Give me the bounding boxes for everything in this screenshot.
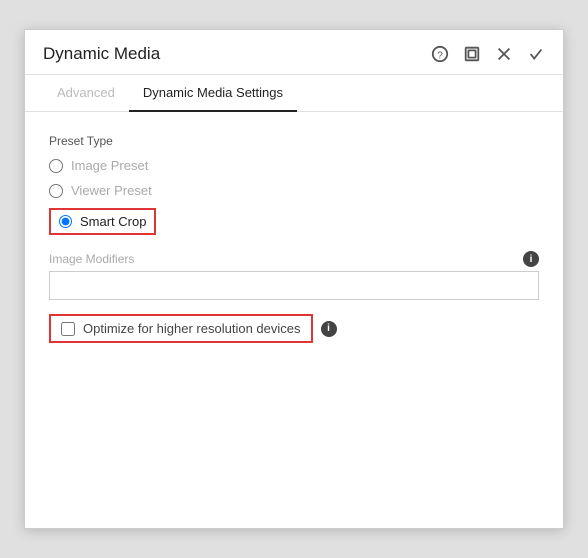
smart-crop-label: Smart Crop (80, 214, 146, 229)
image-modifiers-row: Image Modifiers i (49, 251, 539, 267)
expand-icon[interactable] (463, 45, 481, 63)
optimize-info-icon[interactable]: i (321, 321, 337, 337)
help-icon[interactable]: ? (431, 45, 449, 63)
tabs: Advanced Dynamic Media Settings (25, 75, 563, 112)
smart-crop-box[interactable]: Smart Crop (49, 208, 156, 235)
dialog-title: Dynamic Media (43, 44, 431, 64)
radio-viewer-preset[interactable]: Viewer Preset (49, 183, 539, 198)
optimize-checkbox-box[interactable]: Optimize for higher resolution devices (49, 314, 313, 343)
image-preset-label: Image Preset (71, 158, 148, 173)
radio-image-preset[interactable]: Image Preset (49, 158, 539, 173)
header-icons: ? (431, 45, 545, 63)
close-icon[interactable] (495, 45, 513, 63)
radio-group: Image Preset Viewer Preset Smart Crop (49, 158, 539, 237)
tab-advanced[interactable]: Advanced (43, 75, 129, 112)
preset-type-label: Preset Type (49, 134, 539, 148)
radio-smart-crop-container: Smart Crop (49, 208, 539, 237)
viewer-preset-label: Viewer Preset (71, 183, 152, 198)
optimize-label: Optimize for higher resolution devices (83, 321, 301, 336)
viewer-preset-radio[interactable] (49, 184, 63, 198)
dialog-header: Dynamic Media ? (25, 30, 563, 75)
dialog: Dynamic Media ? (24, 29, 564, 529)
tab-dynamic-media-settings[interactable]: Dynamic Media Settings (129, 75, 297, 112)
image-modifiers-info-icon[interactable]: i (523, 251, 539, 267)
svg-text:?: ? (437, 51, 443, 62)
checkmark-icon[interactable] (527, 45, 545, 63)
image-modifiers-input[interactable] (49, 271, 539, 300)
image-preset-radio[interactable] (49, 159, 63, 173)
content-area: Preset Type Image Preset Viewer Preset S… (25, 112, 563, 528)
optimize-checkbox[interactable] (61, 322, 75, 336)
image-modifiers-label: Image Modifiers (49, 252, 134, 266)
optimize-checkbox-row: Optimize for higher resolution devices i (49, 314, 539, 343)
smart-crop-radio[interactable] (59, 215, 72, 228)
